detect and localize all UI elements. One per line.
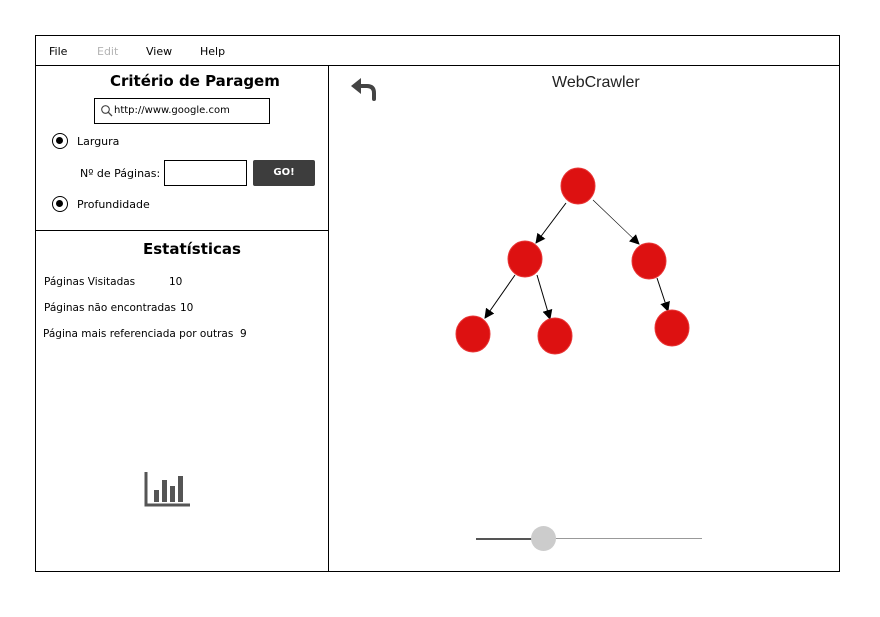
depth-label: Profundidade <box>77 198 150 211</box>
stats-title: Estatísticas <box>143 240 241 258</box>
graph-node-left[interactable] <box>507 240 543 278</box>
bar-chart-icon[interactable] <box>144 470 192 508</box>
crawl-tree-graph <box>455 167 690 355</box>
edge-left-leftright <box>536 274 553 320</box>
pages-label: Nº de Páginas: <box>80 167 161 180</box>
url-search-input[interactable]: http://www.google.com <box>94 98 270 124</box>
pages-count-input[interactable] <box>164 160 247 186</box>
stat-visited-value: 10 <box>169 276 183 288</box>
stat-most-referenced-value: 9 <box>240 328 247 340</box>
edge-root-right <box>592 199 640 245</box>
menu-help[interactable]: Help <box>200 45 225 58</box>
breadth-radio[interactable] <box>52 133 68 149</box>
stat-most-referenced-label: Página mais referenciada por outras <box>43 328 234 340</box>
criteria-title: Critério de Paragem <box>110 72 280 90</box>
edge-left-leftleft <box>484 274 516 319</box>
stat-notfound-label: Páginas não encontradas <box>44 302 177 314</box>
slider-thumb[interactable] <box>531 526 556 551</box>
slider-track[interactable] <box>544 538 702 539</box>
breadth-label: Largura <box>77 135 120 148</box>
edge-right-rightright <box>656 277 670 312</box>
menu-bar: File Edit View Help <box>35 35 840 66</box>
stat-notfound-value: 10 <box>180 302 194 314</box>
search-icon <box>101 105 113 117</box>
url-value: http://www.google.com <box>114 105 230 116</box>
graph-node-right[interactable] <box>631 242 667 280</box>
go-button[interactable]: GO! <box>253 160 315 186</box>
graph-node-right-right[interactable] <box>654 309 690 347</box>
menu-file[interactable]: File <box>49 45 67 58</box>
graph-node-left-right[interactable] <box>537 317 573 355</box>
stat-visited-label: Páginas Visitadas <box>44 276 136 288</box>
depth-radio[interactable] <box>52 196 68 212</box>
graph-node-root[interactable] <box>560 167 596 205</box>
section-divider <box>35 230 329 231</box>
edge-root-left <box>535 202 567 244</box>
menu-edit[interactable]: Edit <box>97 45 118 58</box>
menu-view[interactable]: View <box>146 45 172 58</box>
graph-node-left-left[interactable] <box>455 315 491 353</box>
